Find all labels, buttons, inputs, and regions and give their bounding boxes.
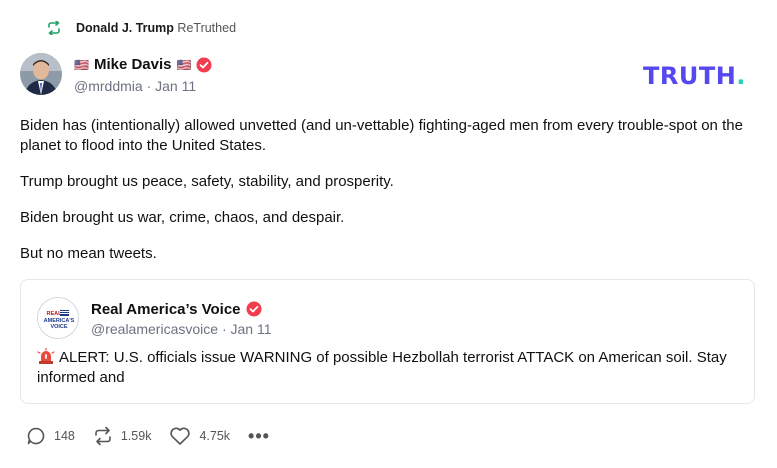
- post-paragraph: But no mean tweets.: [20, 245, 157, 262]
- post-actions: 148 1.59k 4.75k •••: [26, 426, 270, 446]
- retruth-button[interactable]: 1.59k: [93, 426, 152, 446]
- us-flag-icon: 🇺🇸: [176, 57, 192, 72]
- like-button[interactable]: 4.75k: [169, 426, 230, 446]
- reply-button[interactable]: 148: [26, 426, 75, 446]
- quoted-post-card[interactable]: REAL AMERICA'S VOICE Real America’s Voic…: [20, 279, 755, 404]
- siren-icon: [37, 347, 55, 364]
- retruth-icon: [46, 21, 62, 35]
- separator-dot: ·: [221, 321, 231, 337]
- quote-date[interactable]: Jan 11: [231, 321, 272, 337]
- avatar[interactable]: [20, 53, 62, 95]
- verified-badge-icon: [246, 301, 262, 317]
- post-paragraph: Biden has (intentionally) allowed unvett…: [20, 117, 743, 154]
- retruth-label: Donald J. Trump ReTruthed: [76, 21, 236, 35]
- retruth-header: Donald J. Trump ReTruthed: [46, 17, 236, 39]
- quote-avatar-text: VOICE: [50, 324, 67, 330]
- more-options-icon[interactable]: •••: [248, 427, 270, 445]
- like-count: 4.75k: [199, 429, 231, 443]
- post-content: Biden has (intentionally) allowed unvett…: [20, 116, 760, 280]
- logo-text: TRUTH: [643, 62, 737, 90]
- author-name[interactable]: Mike Davis: [94, 56, 172, 73]
- retruth-action: ReTruthed: [177, 21, 237, 35]
- quote-avatar-text: REAL: [47, 311, 63, 317]
- quote-author-name[interactable]: Real America’s Voice: [91, 301, 241, 318]
- quote-text-content: ALERT: U.S. officials issue WARNING of p…: [37, 349, 727, 386]
- logo-dot: .: [736, 62, 746, 90]
- post-author: 🇺🇸 Mike Davis 🇺🇸 @mrddmia · Jan 11: [20, 53, 212, 95]
- quote-handle[interactable]: @realamericasvoice: [91, 321, 218, 337]
- retruth-count: 1.59k: [120, 429, 152, 443]
- verified-badge-icon: [196, 57, 212, 73]
- heart-icon: [169, 426, 191, 446]
- separator-dot: ·: [146, 77, 156, 94]
- retruth-icon: [93, 426, 113, 446]
- truth-social-logo: TRUTH.: [643, 62, 746, 90]
- author-handle[interactable]: @mrddmia: [74, 78, 143, 94]
- reply-count: 148: [54, 429, 75, 443]
- quote-text: ALERT: U.S. officials issue WARNING of p…: [37, 347, 742, 388]
- post-paragraph: Biden brought us war, crime, chaos, and …: [20, 209, 345, 226]
- author-handle-line: @mrddmia · Jan 11: [74, 78, 212, 94]
- retruth-user-name[interactable]: Donald J. Trump: [76, 21, 174, 35]
- post-paragraph: Trump brought us peace, safety, stabilit…: [20, 173, 394, 190]
- quote-avatar[interactable]: REAL AMERICA'S VOICE: [37, 297, 79, 339]
- reply-icon: [26, 426, 46, 446]
- us-flag-icon: 🇺🇸: [74, 57, 89, 72]
- post-date[interactable]: Jan 11: [155, 78, 196, 94]
- quote-handle-line: @realamericasvoice · Jan 11: [91, 321, 272, 337]
